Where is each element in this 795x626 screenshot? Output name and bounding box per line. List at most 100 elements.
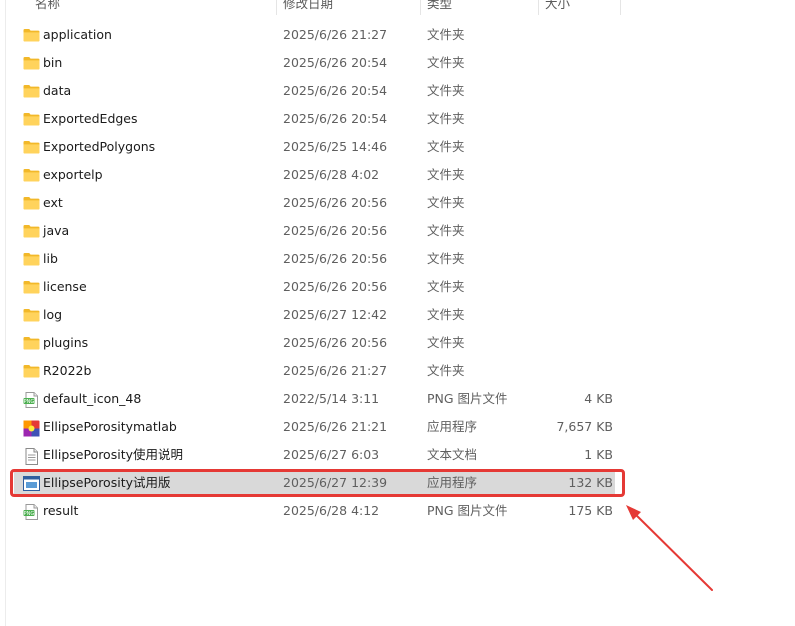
file-modified-date: 2025/6/27 12:39 bbox=[283, 475, 388, 490]
text-document-icon bbox=[23, 448, 40, 465]
file-modified-date: 2025/6/26 20:56 bbox=[283, 195, 388, 210]
folder-icon bbox=[23, 140, 40, 154]
file-type: 文件夹 bbox=[427, 55, 465, 70]
file-modified-date: 2025/6/26 20:54 bbox=[283, 55, 388, 70]
folder-icon bbox=[23, 112, 40, 126]
file-type: 文件夹 bbox=[427, 167, 465, 182]
folder-icon bbox=[23, 336, 40, 350]
file-type: 文件夹 bbox=[427, 335, 465, 350]
file-type: 文件夹 bbox=[427, 223, 465, 238]
file-row[interactable]: PNG result 2025/6/28 4:12 PNG 图片文件 175 KB bbox=[14, 499, 615, 523]
file-row[interactable]: ExportedPolygons 2025/6/25 14:46 文件夹 bbox=[14, 135, 615, 159]
file-size: 7,657 KB bbox=[556, 419, 613, 434]
file-name: exportelp bbox=[43, 167, 103, 182]
file-name: result bbox=[43, 503, 79, 518]
file-name: EllipsePorositymatlab bbox=[43, 419, 177, 434]
column-header-name[interactable]: 名称 bbox=[35, 0, 60, 14]
file-modified-date: 2025/6/26 20:56 bbox=[283, 223, 388, 238]
file-row[interactable]: log 2025/6/27 12:42 文件夹 bbox=[14, 303, 615, 327]
file-size: 132 KB bbox=[568, 475, 613, 490]
file-type: 应用程序 bbox=[427, 419, 478, 434]
file-modified-date: 2025/6/26 21:27 bbox=[283, 363, 388, 378]
file-row[interactable]: data 2025/6/26 20:54 文件夹 bbox=[14, 79, 615, 103]
file-name: data bbox=[43, 83, 72, 98]
file-row-selected[interactable]: EllipsePorosity试用版 2025/6/27 12:39 应用程序 132… bbox=[14, 471, 615, 495]
file-name: lib bbox=[43, 251, 58, 266]
file-row[interactable]: ext 2025/6/26 20:56 文件夹 bbox=[14, 191, 615, 215]
file-modified-date: 2022/5/14 3:11 bbox=[283, 391, 380, 406]
column-header-type[interactable]: 类型 bbox=[427, 0, 452, 14]
file-row[interactable]: plugins 2025/6/26 20:56 文件夹 bbox=[14, 331, 615, 355]
file-modified-date: 2025/6/27 6:03 bbox=[283, 447, 380, 462]
folder-icon bbox=[23, 196, 40, 210]
svg-text:PNG: PNG bbox=[24, 511, 35, 517]
file-name: bin bbox=[43, 55, 63, 70]
file-row[interactable]: PNG default_icon_48 2022/5/14 3:11 PNG 图片文件… bbox=[14, 387, 615, 411]
file-type: 文件夹 bbox=[427, 363, 465, 378]
file-row[interactable]: EllipsePorosity使用说明 2025/6/27 6:03 文本文档 1 K… bbox=[14, 443, 615, 467]
file-name: default_icon_48 bbox=[43, 391, 142, 406]
navigation-pane-edge bbox=[0, 0, 6, 626]
app-colorful-icon bbox=[23, 420, 40, 437]
file-name: EllipsePorosity使用说明 bbox=[43, 447, 183, 462]
file-modified-date: 2025/6/27 12:42 bbox=[283, 307, 388, 322]
file-type: 文件夹 bbox=[427, 195, 465, 210]
file-type: 文件夹 bbox=[427, 27, 465, 42]
file-size: 175 KB bbox=[568, 503, 613, 518]
file-modified-date: 2025/6/25 14:46 bbox=[283, 139, 388, 154]
folder-icon bbox=[23, 28, 40, 42]
file-size: 1 KB bbox=[584, 447, 613, 462]
folder-icon bbox=[23, 224, 40, 238]
column-divider[interactable] bbox=[538, 0, 539, 15]
file-name: log bbox=[43, 307, 63, 322]
folder-icon bbox=[23, 364, 40, 378]
folder-icon bbox=[23, 84, 40, 98]
file-row[interactable]: application 2025/6/26 21:27 文件夹 bbox=[14, 23, 615, 47]
folder-icon bbox=[23, 308, 40, 322]
svg-text:PNG: PNG bbox=[24, 399, 35, 405]
file-modified-date: 2025/6/28 4:02 bbox=[283, 167, 380, 182]
file-type: PNG 图片文件 bbox=[427, 503, 508, 518]
file-row[interactable]: exportelp 2025/6/28 4:02 文件夹 bbox=[14, 163, 615, 187]
folder-icon bbox=[23, 252, 40, 266]
file-type: 文件夹 bbox=[427, 279, 465, 294]
file-row[interactable]: java 2025/6/26 20:56 文件夹 bbox=[14, 219, 615, 243]
app-window-icon bbox=[23, 476, 40, 491]
column-header-bar: 名称 修改日期 类型 大小 bbox=[0, 0, 795, 15]
file-type: 文件夹 bbox=[427, 111, 465, 126]
file-modified-date: 2025/6/26 20:54 bbox=[283, 83, 388, 98]
file-size: 4 KB bbox=[584, 391, 613, 406]
column-divider[interactable] bbox=[420, 0, 421, 15]
file-type: 应用程序 bbox=[427, 475, 478, 490]
file-explorer: 名称 修改日期 类型 大小 application 2025/6/26 21:27… bbox=[0, 0, 795, 626]
file-modified-date: 2025/6/28 4:12 bbox=[283, 503, 380, 518]
red-arrow-annotation bbox=[626, 505, 713, 591]
file-modified-date: 2025/6/26 20:56 bbox=[283, 251, 388, 266]
column-header-size[interactable]: 大小 bbox=[545, 0, 570, 14]
png-file-icon: PNG bbox=[23, 504, 40, 520]
file-type: 文件夹 bbox=[427, 139, 465, 154]
file-type: 文本文档 bbox=[427, 447, 478, 462]
file-row[interactable]: R2022b 2025/6/26 21:27 文件夹 bbox=[14, 359, 615, 383]
folder-icon bbox=[23, 56, 40, 70]
column-divider[interactable] bbox=[620, 0, 621, 15]
file-row[interactable]: bin 2025/6/26 20:54 文件夹 bbox=[14, 51, 615, 75]
file-name: plugins bbox=[43, 335, 89, 350]
file-name: ExportedEdges bbox=[43, 111, 138, 126]
file-name: application bbox=[43, 27, 112, 42]
file-row[interactable]: license 2025/6/26 20:56 文件夹 bbox=[14, 275, 615, 299]
column-header-date[interactable]: 修改日期 bbox=[283, 0, 333, 14]
file-modified-date: 2025/6/26 20:56 bbox=[283, 335, 388, 350]
file-row[interactable]: ExportedEdges 2025/6/26 20:54 文件夹 bbox=[14, 107, 615, 131]
file-name: EllipsePorosity试用版 bbox=[43, 475, 171, 490]
file-row[interactable]: EllipsePorositymatlab 2025/6/26 21:21 应用程序… bbox=[14, 415, 615, 439]
column-divider[interactable] bbox=[276, 0, 277, 15]
file-name: R2022b bbox=[43, 363, 92, 378]
file-type: 文件夹 bbox=[427, 83, 465, 98]
file-row[interactable]: lib 2025/6/26 20:56 文件夹 bbox=[14, 247, 615, 271]
file-type: PNG 图片文件 bbox=[427, 391, 508, 406]
file-name: java bbox=[43, 223, 70, 238]
file-modified-date: 2025/6/26 20:54 bbox=[283, 111, 388, 126]
png-file-icon: PNG bbox=[23, 392, 40, 408]
file-type: 文件夹 bbox=[427, 307, 465, 322]
